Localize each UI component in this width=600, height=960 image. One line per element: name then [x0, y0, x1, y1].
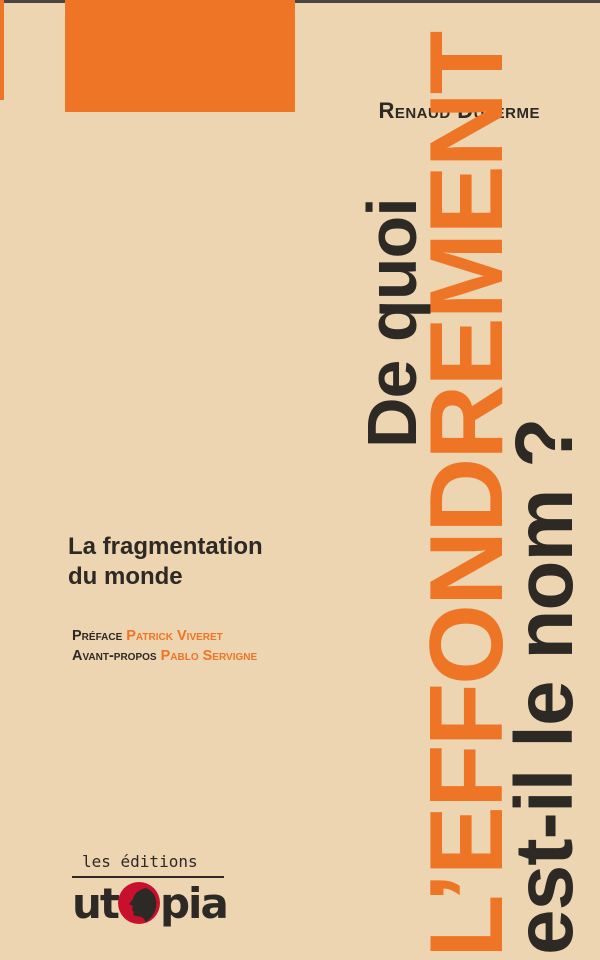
publisher-label: les éditions [82, 852, 198, 871]
preface-credit: Préface Patrick Viveret [72, 626, 392, 646]
publisher-logo-right: pia [159, 878, 229, 928]
foreword-name: Pablo Servigne [160, 648, 258, 664]
subtitle-line-2: du monde [68, 563, 183, 590]
subtitle-line-1: La fragmentation [68, 533, 263, 560]
red-profile-face-icon [116, 880, 162, 926]
preface-label: Préface [72, 628, 123, 644]
book-cover: Renaud Duterme De quoi L’EFFONDREMENT es… [0, 0, 600, 960]
left-edge-accent [0, 0, 4, 100]
publisher-logo-left: ut [72, 878, 120, 928]
credits: Préface Patrick Viveret Avant-propos Pab… [72, 626, 392, 666]
orange-accent-block [65, 0, 295, 112]
subtitle: La fragmentation du monde [68, 532, 368, 592]
foreword-label: Avant-propos [72, 648, 157, 664]
title-line-est-il-le-nom: est-il le nom ? [499, 418, 590, 955]
publisher-logo: ut pia [72, 878, 229, 928]
publisher-block: les éditions ut pia [72, 852, 232, 932]
preface-name: Patrick Viveret [126, 628, 223, 644]
foreword-credit: Avant-propos Pablo Servigne [72, 646, 392, 666]
